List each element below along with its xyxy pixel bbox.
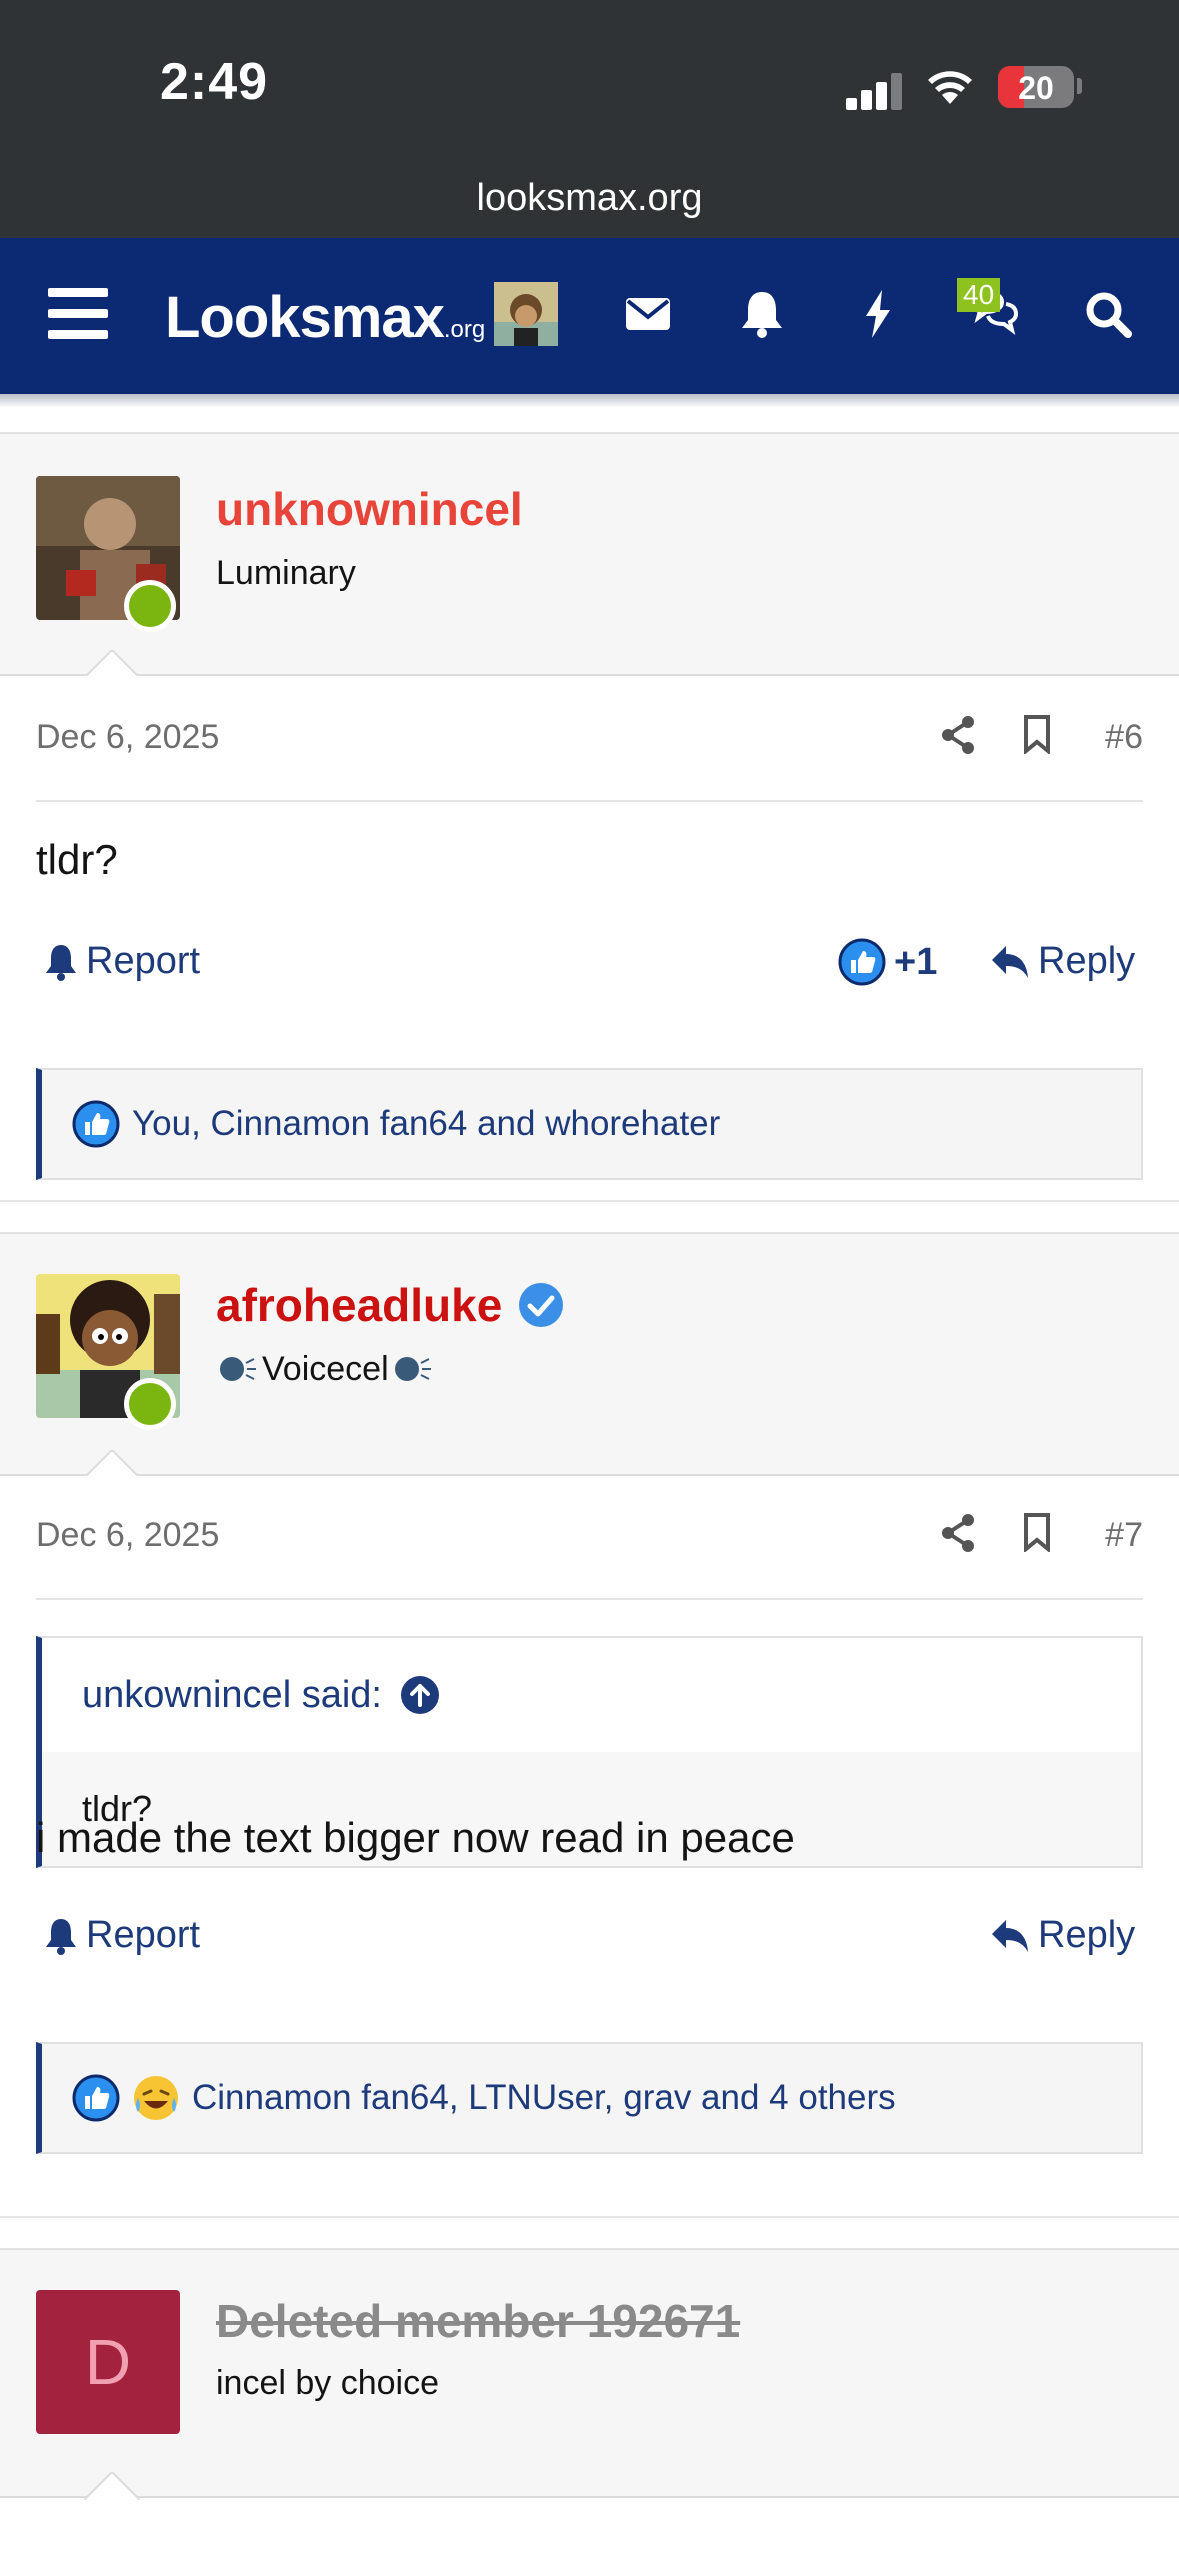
logo-suffix: .org [443,316,486,343]
logo-main: Looksmax [165,285,445,350]
post-body: Dec 6, 2025 #7 unkownincel said: tldr? i… [0,1476,1179,2216]
whats-new-bolt-icon[interactable] [848,284,908,344]
inbox-icon[interactable] [618,284,678,344]
reply-arrow-icon [992,1919,1028,1952]
wifi-icon [928,71,972,104]
reply-arrow-icon [992,945,1028,978]
user-avatar-letter[interactable]: D [36,2290,180,2434]
user-title: Voicecel [262,1350,389,1388]
online-status-indicator [124,1378,176,1430]
report-button[interactable]: Report [44,940,200,983]
battery-icon: 20 [998,66,1074,108]
share-icon[interactable] [940,1512,976,1554]
post-message: i made the text bigger now read in peace [36,1814,795,1861]
like-icon [838,938,886,986]
reply-label: Reply [1038,940,1136,982]
status-time: 2:49 [160,53,269,111]
conversations-badge: 40 [957,278,1001,312]
post-number[interactable]: #7 [1105,1516,1143,1555]
post-user-header: D Deleted member 192671 incel by choice [0,2248,1179,2500]
post-number[interactable]: #6 [1105,718,1143,757]
username[interactable]: afroheadluke [216,1278,502,1332]
post-user-header: unknownincel Luminary [0,432,1179,678]
reaction-score[interactable]: +1 [838,938,937,986]
bell-icon [46,1918,76,1955]
speaking-head-icon [394,1356,431,1381]
post-user-header: afroheadluke Voicecel [0,1232,1179,1478]
report-label: Report [86,1914,201,1956]
like-icon [72,2074,120,2122]
user-title-row: Voicecel [216,1350,435,1389]
post-date[interactable]: Dec 6, 2025 [36,1516,219,1555]
post-date[interactable]: Dec 6, 2025 [36,718,219,757]
site-header: Looksmax.org 40 [0,238,1179,408]
report-label: Report [86,940,201,982]
site-logo[interactable]: Looksmax.org [165,284,485,351]
bookmark-icon[interactable] [1022,1512,1052,1552]
username[interactable]: Deleted member 192671 [216,2294,740,2348]
reply-label: Reply [1038,1914,1136,1956]
online-status-indicator [124,580,176,632]
header-pointer [84,650,140,678]
menu-icon[interactable] [48,288,108,340]
battery-level: 20 [1018,70,1054,106]
header-pointer [84,1450,140,1478]
share-icon[interactable] [940,714,976,756]
quote-header[interactable]: unkownincel said: [42,1638,1141,1752]
quote-author: unkownincel said: [82,1673,382,1716]
reply-button[interactable]: Reply [990,940,1135,983]
reactions-list: Cinnamon fan64, LTNUser, grav and 4 othe… [192,2078,896,2117]
reactions-bar[interactable]: Cinnamon fan64, LTNUser, grav and 4 othe… [36,2042,1143,2154]
search-icon[interactable] [1078,284,1138,344]
header-pointer [84,2472,140,2500]
laughing-crying-icon [134,2076,178,2120]
user-title: Luminary [216,554,356,592]
reply-button[interactable]: Reply [990,1914,1135,1957]
url-bar[interactable]: looksmax.org [0,168,1179,238]
jump-up-arrow-icon[interactable] [400,1675,440,1715]
username-row: afroheadluke [216,1278,564,1332]
speaking-head-icon [220,1356,256,1381]
cellular-signal-icon [846,72,904,110]
user-title: incel by choice [216,2364,440,2402]
like-icon [72,1100,120,1148]
reaction-score-value: +1 [894,940,938,983]
post-message: tldr? [36,836,118,883]
reactions-list: You, Cinnamon fan64 and whorehater [132,1104,721,1143]
user-avatar[interactable] [494,282,558,346]
post-body: Dec 6, 2025 #6 tldr? Report +1 Reply You… [0,676,1179,1200]
thread-posts: unknownincel Luminary Dec 6, 2025 #6 tld… [0,432,1179,2500]
bell-icon [46,944,76,981]
bookmark-icon[interactable] [1022,714,1052,754]
post-separator [0,1200,1179,1232]
verified-badge-icon [519,1283,564,1327]
reactions-bar[interactable]: You, Cinnamon fan64 and whorehater [36,1068,1143,1180]
post-separator [0,2216,1179,2248]
alerts-bell-icon[interactable] [732,284,792,344]
username[interactable]: unknownincel [216,482,523,536]
report-button[interactable]: Report [44,1914,200,1957]
status-bar: 2:49 20 [0,0,1179,168]
